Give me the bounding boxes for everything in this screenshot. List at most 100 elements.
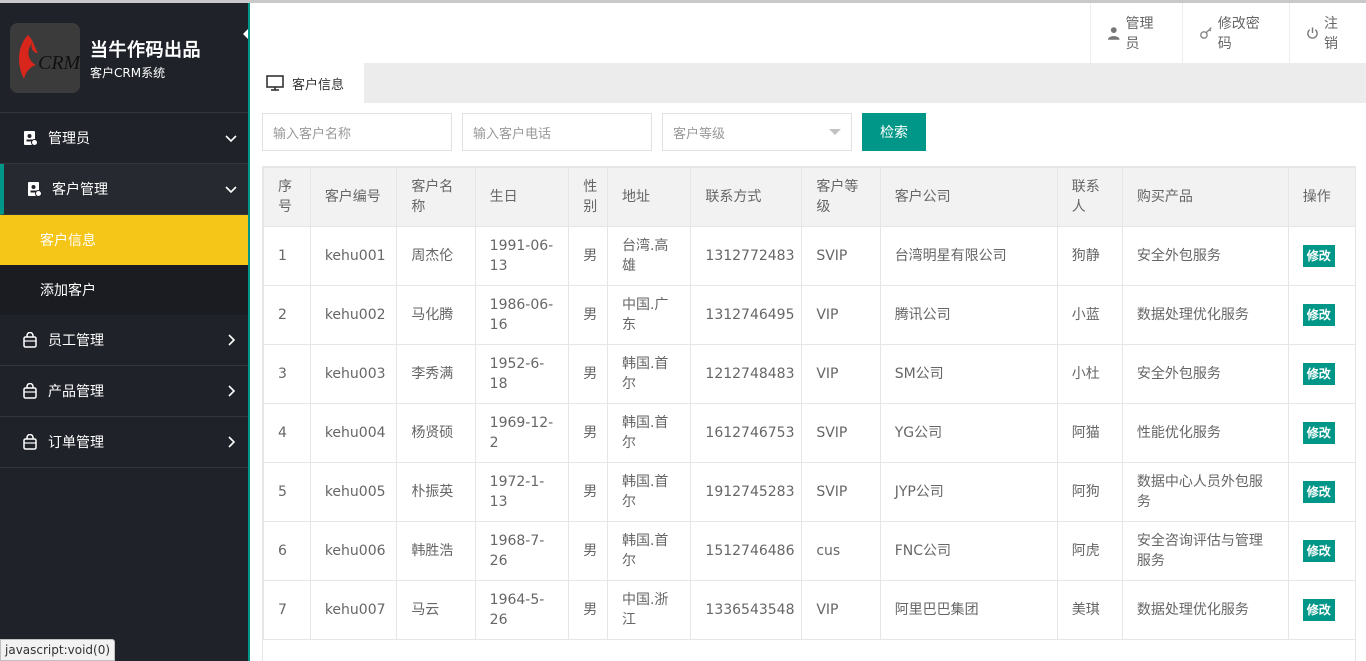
table-cell: 台湾.高雄 bbox=[606, 226, 692, 286]
table-cell: 台湾明星有限公司 bbox=[879, 226, 1058, 286]
table-cell: 男 bbox=[568, 521, 608, 581]
crm-logo-icon: CRM bbox=[10, 23, 80, 93]
sidebar-item-admin[interactable]: 管理员 bbox=[0, 113, 250, 164]
table-cell: 男 bbox=[568, 344, 608, 404]
edit-button[interactable]: 修改 bbox=[1302, 422, 1335, 444]
chevron-right-icon bbox=[228, 436, 236, 448]
table-cell-actions: 修改 bbox=[1287, 344, 1355, 404]
table-cell: kehu003 bbox=[309, 344, 398, 404]
sidebar-item-label: 管理员 bbox=[48, 131, 90, 147]
bag-icon bbox=[23, 434, 37, 450]
edit-button[interactable]: 修改 bbox=[1302, 304, 1335, 326]
table-cell-actions: 修改 bbox=[1287, 403, 1355, 463]
customer-phone-input[interactable]: 输入客户电话 bbox=[462, 113, 652, 151]
table-cell: 韩国.首尔 bbox=[606, 462, 692, 522]
table-cell: 男 bbox=[568, 462, 608, 522]
column-header: 购买产品 bbox=[1121, 167, 1289, 227]
table-row: 1 kehu001 周杰伦 1991-06-13 男台湾.高雄 1312772483 SVI… bbox=[263, 226, 1355, 286]
edit-button[interactable]: 修改 bbox=[1302, 363, 1335, 385]
table-cell: 1 bbox=[263, 226, 311, 286]
header-change-password-link[interactable]: 修改密码 bbox=[1182, 3, 1289, 63]
header-admin-link[interactable]: 管理员 bbox=[1090, 3, 1182, 63]
sidebar-subitem-add-customer[interactable]: 添加客户 bbox=[0, 265, 250, 315]
sidebar-item-label: 产品管理 bbox=[48, 384, 104, 400]
monitor-icon bbox=[266, 75, 284, 91]
table-cell: 1969-12-2 bbox=[474, 403, 570, 463]
table-cell: 男 bbox=[568, 580, 608, 640]
table-cell: 周杰伦 bbox=[396, 226, 476, 286]
browser-status-bar: javascript:void(0) bbox=[0, 639, 116, 661]
table-header-row: 序号 客户编号 客户名称 生日 性别 地址 联系方式 客户等级 客户公司 联系人 购买产品 操作 bbox=[263, 167, 1355, 227]
bag-icon bbox=[23, 383, 37, 399]
table-cell: 李秀满 bbox=[396, 344, 476, 404]
edit-button[interactable]: 修改 bbox=[1302, 481, 1335, 503]
table-body: 1 kehu001 周杰伦 1991-06-13 男台湾.高雄 1312772483 SVI… bbox=[263, 226, 1355, 640]
column-header: 生日 bbox=[474, 167, 570, 227]
table-cell: 性能优化服务 bbox=[1121, 403, 1289, 463]
sidebar-item-customer-management[interactable]: 客户管理 bbox=[0, 164, 250, 215]
chevron-right-icon bbox=[228, 334, 236, 346]
table-cell: 阿里巴巴集团 bbox=[879, 580, 1058, 640]
table-cell: SM公司 bbox=[879, 344, 1058, 404]
tab-label: 客户信息 bbox=[292, 77, 345, 93]
sidebar: CRM 当牛作码出品 客户CRM系统 管理员 客户管理 客户信息 添加客户 员工… bbox=[0, 3, 251, 661]
customer-table: 序号 客户编号 客户名称 生日 性别 地址 联系方式 客户等级 客户公司 联系人 购买产品 操作 1 k… bbox=[263, 167, 1355, 640]
table-cell-actions: 修改 bbox=[1287, 462, 1355, 522]
sidebar-subitem-customer-info[interactable]: 客户信息 bbox=[0, 215, 250, 265]
user-icon bbox=[1107, 27, 1120, 40]
table-cell-actions: 修改 bbox=[1287, 580, 1355, 640]
table-cell: 1312746495 bbox=[690, 285, 803, 345]
header-admin-label: 管理员 bbox=[1125, 16, 1154, 52]
customer-level-select[interactable]: 客户等级 bbox=[662, 113, 852, 151]
table-cell: 安全外包服务 bbox=[1121, 226, 1289, 286]
tab-customer-info[interactable]: 客户信息 bbox=[252, 63, 364, 103]
table-cell: 2 bbox=[263, 285, 311, 345]
column-header: 性别 bbox=[568, 167, 608, 227]
sidebar-item-order-management[interactable]: 订单管理 bbox=[0, 417, 250, 468]
table-cell-actions: 修改 bbox=[1287, 521, 1355, 581]
table-cell: VIP bbox=[801, 285, 881, 345]
table-cell: JYP公司 bbox=[879, 462, 1058, 522]
customer-name-input[interactable]: 输入客户名称 bbox=[262, 113, 452, 151]
table-cell-actions: 修改 bbox=[1287, 285, 1355, 345]
table-cell: 阿狗 bbox=[1056, 462, 1123, 522]
customer-table-container: 序号 客户编号 客户名称 生日 性别 地址 联系方式 客户等级 客户公司 联系人 购买产品 操作 1 k… bbox=[262, 166, 1356, 661]
table-cell: 男 bbox=[568, 226, 608, 286]
table-cell: FNC公司 bbox=[879, 521, 1058, 581]
table-cell: 安全咨询评估与管理服务 bbox=[1121, 521, 1289, 581]
table-cell-actions: 修改 bbox=[1287, 226, 1355, 286]
column-header: 客户等级 bbox=[801, 167, 881, 227]
table-cell: 5 bbox=[263, 462, 311, 522]
brand-area: CRM 当牛作码出品 客户CRM系统 bbox=[0, 3, 251, 113]
edit-button[interactable]: 修改 bbox=[1302, 599, 1335, 621]
table-cell: kehu006 bbox=[309, 521, 398, 581]
table-cell: SVIP bbox=[801, 403, 881, 463]
search-button[interactable]: 检索 bbox=[862, 113, 926, 151]
crm-logo: CRM bbox=[10, 23, 80, 93]
customer-phone-placeholder: 输入客户电话 bbox=[473, 126, 552, 142]
table-cell: SVIP bbox=[801, 226, 881, 286]
top-header: 管理员 修改密码 注销 bbox=[250, 3, 1366, 63]
bag-icon bbox=[23, 332, 37, 348]
column-header: 操作 bbox=[1287, 167, 1355, 227]
table-cell: 1964-5-26 bbox=[474, 580, 570, 640]
column-header: 客户名称 bbox=[396, 167, 476, 227]
table-cell: 6 bbox=[263, 521, 311, 581]
table-cell: YG公司 bbox=[879, 403, 1058, 463]
sidebar-item-employee-management[interactable]: 员工管理 bbox=[0, 315, 250, 366]
table-cell: 1972-1-13 bbox=[474, 462, 570, 522]
sidebar-item-product-management[interactable]: 产品管理 bbox=[0, 366, 250, 417]
id-card-icon bbox=[24, 131, 38, 146]
header-logout-link[interactable]: 注销 bbox=[1289, 3, 1366, 63]
table-cell: 数据处理优化服务 bbox=[1121, 285, 1289, 345]
table-cell: 男 bbox=[568, 285, 608, 345]
edit-button[interactable]: 修改 bbox=[1302, 540, 1335, 562]
table-cell: VIP bbox=[801, 580, 881, 640]
edit-button[interactable]: 修改 bbox=[1302, 245, 1335, 267]
table-cell: 1312772483 bbox=[690, 226, 803, 286]
key-icon bbox=[1200, 27, 1212, 39]
table-cell: 7 bbox=[263, 580, 311, 640]
chevron-right-icon bbox=[228, 385, 236, 397]
table-cell: 中国.浙江 bbox=[606, 580, 692, 640]
sidebar-item-label: 客户管理 bbox=[52, 182, 108, 198]
